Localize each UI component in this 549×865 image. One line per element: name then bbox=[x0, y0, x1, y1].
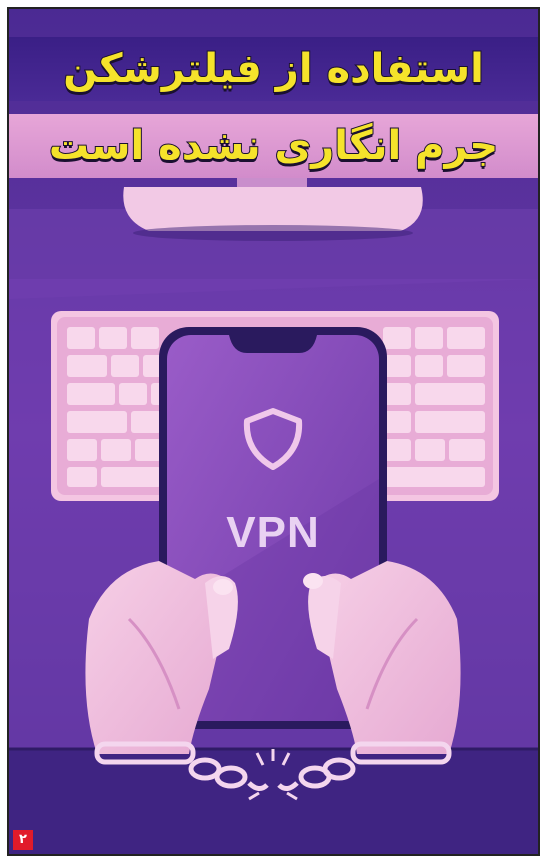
vpn-screen-text: VPN bbox=[226, 508, 319, 557]
headline-line-1: استفاده از فیلترشکن bbox=[62, 46, 485, 92]
headline-banner-bottom: جرم انگاری نشده است bbox=[9, 114, 538, 178]
headline-line-2: جرم انگاری نشده است bbox=[48, 123, 499, 169]
headline-banner-top: استفاده از فیلترشکن bbox=[9, 37, 538, 101]
poster-frame: VPN استفاده از فیلترشکن جرم انگاری نشده … bbox=[7, 7, 540, 856]
desk-edge bbox=[9, 749, 538, 854]
page-number-badge: ۲ bbox=[13, 830, 33, 850]
